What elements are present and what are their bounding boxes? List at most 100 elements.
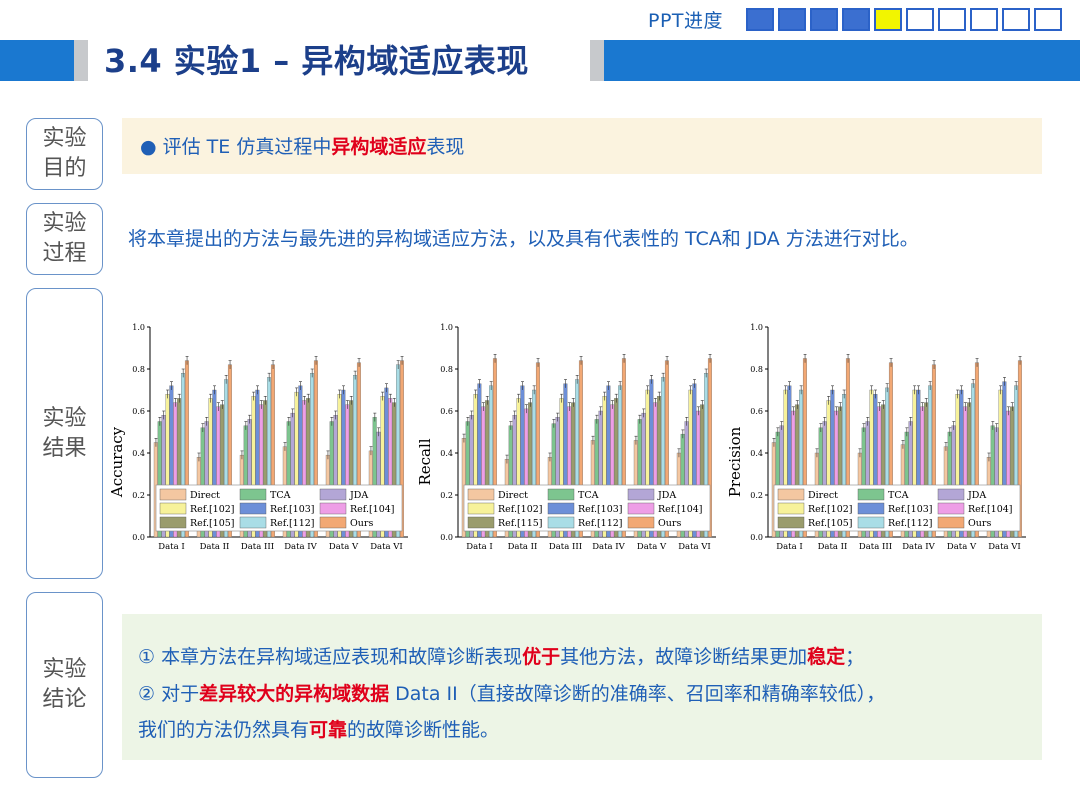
- legend-swatch: [937, 488, 965, 501]
- legend-swatch: [319, 516, 347, 529]
- y-tick-label: 0.0: [750, 533, 763, 542]
- y-tick-label: 0.8: [132, 365, 145, 374]
- section-label-purpose-text: 实验 目的: [42, 126, 87, 181]
- highlight-stable: 稳定: [807, 646, 846, 668]
- section-label-conclusion: 实验 结论: [26, 592, 103, 778]
- legend-label: JDA: [967, 490, 986, 501]
- progress-box: [874, 8, 902, 31]
- legend-label: Ref.[102]: [498, 504, 543, 515]
- legend-label: Ref.[105]: [190, 518, 235, 529]
- legend-swatch: [937, 502, 965, 515]
- legend-swatch: [159, 488, 187, 501]
- y-tick-label: 0.8: [750, 365, 763, 374]
- highlight-better: 优于: [522, 646, 561, 668]
- x-tick-label: Data V: [637, 542, 667, 552]
- x-tick-label: Data VI: [988, 542, 1021, 552]
- legend-swatch: [627, 488, 655, 501]
- legend-label: Ref.[104]: [658, 504, 703, 515]
- legend-label: Direct: [808, 490, 838, 501]
- legend-label: TCA: [888, 490, 909, 501]
- title-bar-divider-left: [74, 40, 88, 81]
- legend-swatch: [857, 516, 885, 529]
- y-tick-label: 0.2: [440, 491, 453, 500]
- legend-label: Direct: [498, 490, 528, 501]
- title-bar-right: [604, 40, 1080, 81]
- legend-label: Ref.[112]: [270, 518, 315, 529]
- x-tick-label: Data III: [549, 542, 582, 552]
- y-tick-label: 0.4: [132, 449, 145, 458]
- purpose-text: ● 评估 TE 仿真过程中异构域适应表现: [140, 132, 464, 159]
- section-label-conclusion-text: 实验 结论: [42, 657, 87, 712]
- progress-box: [938, 8, 966, 31]
- y-tick-label: 1.0: [132, 323, 145, 332]
- legend-label: JDA: [657, 490, 676, 501]
- progress-box: [906, 8, 934, 31]
- y-tick-label: 1.0: [750, 323, 763, 332]
- x-tick-label: Data V: [947, 542, 977, 552]
- y-tick-label: 0.0: [132, 533, 145, 542]
- legend-swatch: [857, 488, 885, 501]
- y-tick-label: 0.2: [132, 491, 145, 500]
- section-label-process-text: 实验 过程: [42, 211, 87, 266]
- y-axis-label: Recall: [416, 438, 434, 485]
- y-tick-label: 0.2: [750, 491, 763, 500]
- purpose-pre: 评估 TE 仿真过程中: [162, 136, 332, 158]
- progress-box: [970, 8, 998, 31]
- legend-label: Ours: [350, 518, 373, 529]
- x-tick-label: Data VI: [370, 542, 403, 552]
- progress-label: PPT进度: [648, 10, 724, 32]
- highlight-heterogeneous: 差异较大的异构域数据: [199, 683, 390, 705]
- y-tick-label: 0.0: [440, 533, 453, 542]
- legend-swatch: [777, 488, 805, 501]
- purpose-highlight: 异构域适应: [331, 136, 427, 158]
- section-label-purpose: 实验 目的: [26, 118, 103, 190]
- y-tick-label: 0.4: [440, 449, 453, 458]
- x-tick-label: Data IV: [284, 542, 317, 552]
- x-tick-label: Data III: [859, 542, 892, 552]
- legend-swatch: [319, 488, 347, 501]
- legend-swatch: [777, 516, 805, 529]
- legend-swatch: [467, 502, 495, 515]
- legend-swatch: [777, 502, 805, 515]
- x-tick-label: Data I: [158, 542, 184, 552]
- y-tick-label: 0.6: [440, 407, 453, 416]
- section-label-results-text: 实验 结果: [42, 405, 87, 461]
- x-tick-label: Data IV: [902, 542, 935, 552]
- legend-label: JDA: [349, 490, 368, 501]
- legend-swatch: [159, 502, 187, 515]
- legend-swatch: [627, 516, 655, 529]
- x-tick-label: Data VI: [678, 542, 711, 552]
- progress-box: [1002, 8, 1030, 31]
- y-tick-label: 0.8: [440, 365, 453, 374]
- x-tick-label: Data II: [508, 542, 538, 552]
- page-title: 3.4 实验1 – 异构域适应表现: [104, 42, 529, 80]
- legend-label: Ref.[104]: [968, 504, 1013, 515]
- progress-box: [810, 8, 838, 31]
- legend-label: Ref.[115]: [498, 518, 543, 529]
- conclusion-line-3: 我们的方法仍然具有可靠的故障诊断性能。: [138, 719, 500, 741]
- legend-swatch: [547, 516, 575, 529]
- section-label-results: 实验 结果: [26, 288, 103, 579]
- progress-box: [1034, 8, 1062, 31]
- legend-label: Ref.[103]: [888, 504, 933, 515]
- x-tick-label: Data II: [200, 542, 230, 552]
- legend-label: Direct: [190, 490, 220, 501]
- x-tick-label: Data IV: [592, 542, 625, 552]
- x-tick-label: Data III: [241, 542, 274, 552]
- legend-swatch: [857, 502, 885, 515]
- legend-swatch: [239, 502, 267, 515]
- x-tick-label: Data V: [329, 542, 359, 552]
- conclusion-line-1: ① 本章方法在异构域适应表现和故障诊断表现优于其他方法，故障诊断结果更加稳定；: [138, 646, 865, 668]
- legend-swatch: [319, 502, 347, 515]
- y-tick-label: 1.0: [440, 323, 453, 332]
- legend-label: Ref.[112]: [888, 518, 933, 529]
- purpose-post: 表现: [426, 136, 465, 158]
- progress-boxes: [746, 8, 1062, 31]
- legend-label: Ref.[105]: [808, 518, 853, 529]
- progress-box: [746, 8, 774, 31]
- legend-label: Ref.[112]: [578, 518, 623, 529]
- legend-swatch: [467, 516, 495, 529]
- legend-swatch: [627, 502, 655, 515]
- legend-label: TCA: [578, 490, 599, 501]
- legend-label: Ref.[103]: [270, 504, 315, 515]
